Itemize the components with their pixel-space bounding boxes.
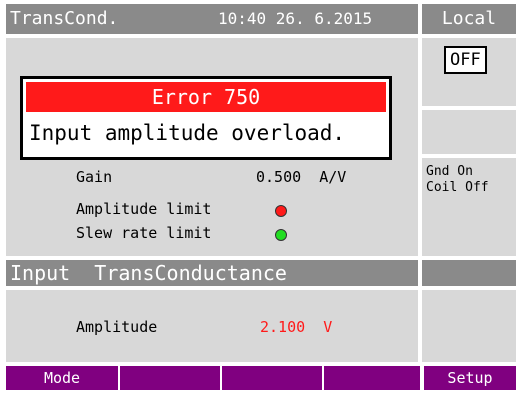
gain-label: Gain	[76, 168, 113, 186]
gain-value[interactable]: 0.500 A/V	[256, 168, 346, 186]
ground-coil-status: Gnd On Coil Off	[426, 164, 489, 195]
error-message: Input amplitude overload.	[29, 121, 346, 145]
side-key-output[interactable]: OFF	[422, 38, 516, 106]
softkey-4[interactable]	[324, 366, 422, 390]
side-key-ground-coil[interactable]: Gnd On Coil Off	[422, 158, 516, 256]
side-key-5[interactable]	[422, 290, 516, 362]
local-indicator: Local	[422, 4, 516, 34]
error-dialog: Error 750 Input amplitude overload.	[20, 76, 392, 160]
softkey-setup[interactable]: Setup	[422, 366, 516, 390]
slew-rate-limit-led	[275, 229, 287, 241]
softkey-mode[interactable]: Mode	[6, 366, 120, 390]
side-key-4	[422, 260, 516, 286]
input-panel	[6, 290, 418, 362]
section-title: Input TransConductance	[10, 261, 287, 285]
section-header: Input TransConductance	[6, 260, 418, 286]
amplitude-value[interactable]: 2.100 V	[260, 318, 332, 336]
softkey-2[interactable]	[120, 366, 222, 390]
amplitude-label: Amplitude	[76, 318, 158, 336]
softkey-3[interactable]	[222, 366, 324, 390]
date-time: 10:40 26. 6.2015	[218, 9, 373, 28]
softkey-bar: Mode Setup	[6, 366, 516, 390]
error-title: Error 750	[26, 82, 386, 112]
amplitude-limit-led	[275, 205, 287, 217]
output-off-button[interactable]: OFF	[444, 46, 487, 74]
side-key-2[interactable]	[422, 110, 516, 154]
function-title: TransCond.	[10, 8, 119, 29]
instrument-display: TransCond. 10:40 26. 6.2015 Local OFF Gn…	[6, 4, 516, 390]
header-bar: TransCond. 10:40 26. 6.2015	[6, 4, 418, 34]
amplitude-limit-label: Amplitude limit	[76, 200, 212, 218]
slew-rate-limit-label: Slew rate limit	[76, 224, 212, 242]
